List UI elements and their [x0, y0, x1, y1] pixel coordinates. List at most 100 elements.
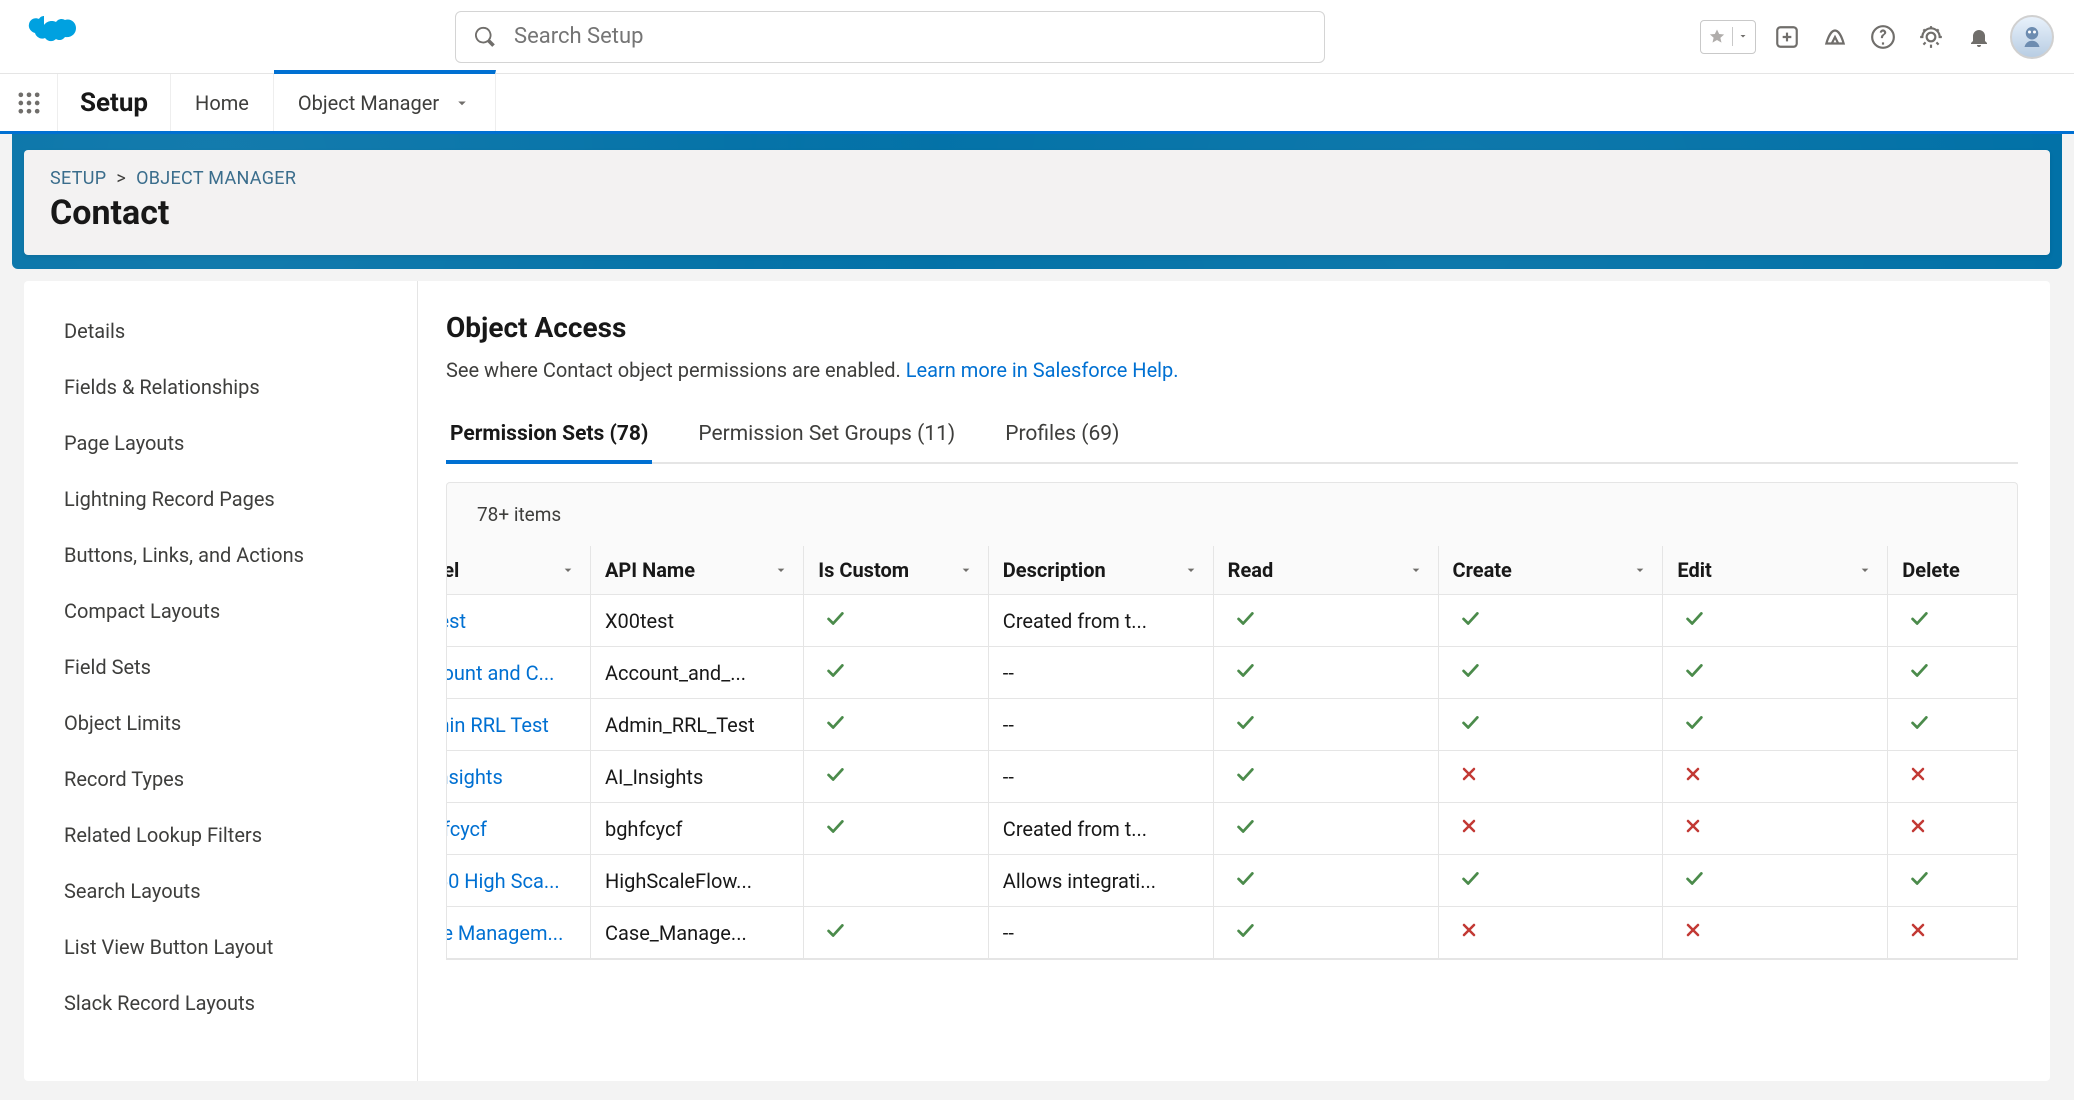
chevron-down-icon[interactable] [958, 562, 974, 578]
chevron-down-icon[interactable] [453, 94, 471, 112]
favorites-button[interactable] [1700, 20, 1756, 54]
sidebar-item-compact-layouts[interactable]: Compact Layouts [24, 583, 417, 639]
row-link[interactable]: :60 High Sca... [447, 869, 560, 893]
sidebar-item-search-layouts[interactable]: Search Layouts [24, 863, 417, 919]
chevron-down-icon[interactable] [560, 562, 576, 578]
cell-delete [1888, 855, 2017, 907]
app-launcher[interactable] [0, 74, 58, 131]
check-icon [1234, 711, 1256, 733]
tab-permission-set-groups[interactable]: Permission Set Groups (11) [694, 408, 959, 464]
settings-button[interactable] [1914, 20, 1948, 54]
row-link[interactable]: min RRL Test [447, 713, 549, 737]
chevron-down-icon [1737, 30, 1749, 42]
chevron-down-icon[interactable] [1632, 562, 1648, 578]
astro-icon [2017, 22, 2047, 52]
help-link[interactable]: Learn more in Salesforce Help. [906, 358, 1179, 382]
nav-home[interactable]: Home [171, 74, 274, 131]
tab-permission-sets[interactable]: Permission Sets (78) [446, 408, 652, 464]
nav-object-manager[interactable]: Object Manager [274, 70, 496, 131]
sidebar-item-field-sets[interactable]: Field Sets [24, 639, 417, 695]
col-is-custom[interactable]: Is Custom [804, 546, 989, 595]
page-header: SETUP > OBJECT MANAGER Contact [24, 150, 2050, 255]
check-icon [824, 659, 846, 681]
row-link[interactable]: Insights [447, 765, 503, 789]
section-description: See where Contact object permissions are… [446, 358, 2018, 382]
cell-create [1438, 647, 1663, 699]
sidebar-item-related-lookup-filters[interactable]: Related Lookup Filters [24, 807, 417, 863]
tab-profiles[interactable]: Profiles (69) [1001, 408, 1123, 464]
cell-label: Insights [447, 751, 590, 803]
table-row: hfcycfbghfcycfCreated from t... [447, 803, 2017, 855]
row-link[interactable]: se Managem... [447, 921, 563, 945]
table-scroll[interactable]: bel API Name Is Custom Description Read … [447, 546, 2017, 959]
sidebar-item-details[interactable]: Details [24, 303, 417, 359]
main-body: Details Fields & Relationships Page Layo… [24, 281, 2050, 1081]
help-button[interactable] [1866, 20, 1900, 54]
cell-delete [1888, 699, 2017, 751]
cross-icon [1683, 764, 1703, 784]
breadcrumb-separator: > [116, 168, 126, 189]
tabs: Permission Sets (78) Permission Set Grou… [446, 408, 2018, 464]
check-icon [1683, 711, 1705, 733]
col-api-name[interactable]: API Name [590, 546, 803, 595]
salesforce-logo[interactable] [20, 16, 80, 58]
search-box[interactable] [455, 11, 1325, 63]
cell-read [1213, 699, 1438, 751]
sidebar-item-object-limits[interactable]: Object Limits [24, 695, 417, 751]
chevron-down-icon[interactable] [1183, 562, 1199, 578]
col-delete[interactable]: Delete [1888, 546, 2017, 595]
waffle-icon [15, 89, 43, 117]
gear-icon [1918, 24, 1944, 50]
cell-read [1213, 803, 1438, 855]
check-icon [1683, 867, 1705, 889]
cell-label: test [447, 595, 590, 647]
col-label[interactable]: bel [447, 546, 590, 595]
sidebar-item-record-types[interactable]: Record Types [24, 751, 417, 807]
col-edit[interactable]: Edit [1663, 546, 1888, 595]
cell-delete [1888, 647, 2017, 699]
cell-edit [1663, 595, 1888, 647]
cell-description: -- [988, 699, 1213, 751]
sidebar-item-list-view-button-layout[interactable]: List View Button Layout [24, 919, 417, 975]
chevron-down-icon[interactable] [1408, 562, 1424, 578]
breadcrumb-setup-link[interactable]: SETUP [50, 168, 106, 189]
sidebar-item-fields-relationships[interactable]: Fields & Relationships [24, 359, 417, 415]
check-icon [1234, 815, 1256, 837]
search-input[interactable] [514, 24, 1306, 49]
cross-icon [1683, 920, 1703, 940]
table-row: se Managem...Case_Manage...-- [447, 907, 2017, 959]
sidebar-item-buttons-links-actions[interactable]: Buttons, Links, and Actions [24, 527, 417, 583]
row-link[interactable]: count and C... [447, 661, 554, 685]
sidebar: Details Fields & Relationships Page Layo… [24, 281, 418, 1081]
cell-is-custom [804, 803, 989, 855]
col-read[interactable]: Read [1213, 546, 1438, 595]
plus-square-icon [1774, 24, 1800, 50]
cross-icon [1459, 816, 1479, 836]
items-count: 78+ items [446, 482, 2018, 546]
cell-description: Created from t... [988, 595, 1213, 647]
profile-avatar[interactable] [2010, 15, 2054, 59]
col-create[interactable]: Create [1438, 546, 1663, 595]
notifications-button[interactable] [1962, 20, 1996, 54]
cross-icon [1908, 764, 1928, 784]
breadcrumb-object-manager-link[interactable]: OBJECT MANAGER [136, 168, 296, 189]
check-icon [1908, 711, 1930, 733]
sidebar-item-slack-record-layouts[interactable]: Slack Record Layouts [24, 975, 417, 1031]
row-link[interactable]: hfcycf [447, 817, 487, 841]
col-description[interactable]: Description [988, 546, 1213, 595]
check-icon [1234, 867, 1256, 889]
row-link[interactable]: test [447, 609, 466, 633]
table-container: bel API Name Is Custom Description Read … [446, 546, 2018, 960]
breadcrumb: SETUP > OBJECT MANAGER [50, 168, 2024, 189]
star-icon [1708, 28, 1726, 46]
sidebar-item-lightning-record-pages[interactable]: Lightning Record Pages [24, 471, 417, 527]
chevron-down-icon[interactable] [1857, 562, 1873, 578]
add-button[interactable] [1770, 20, 1804, 54]
cell-label: hfcycf [447, 803, 590, 855]
table-row: min RRL TestAdmin_RRL_Test-- [447, 699, 2017, 751]
nav-home-label: Home [195, 91, 249, 115]
trailhead-button[interactable] [1818, 20, 1852, 54]
sidebar-item-page-layouts[interactable]: Page Layouts [24, 415, 417, 471]
question-icon [1870, 24, 1896, 50]
chevron-down-icon[interactable] [773, 562, 789, 578]
